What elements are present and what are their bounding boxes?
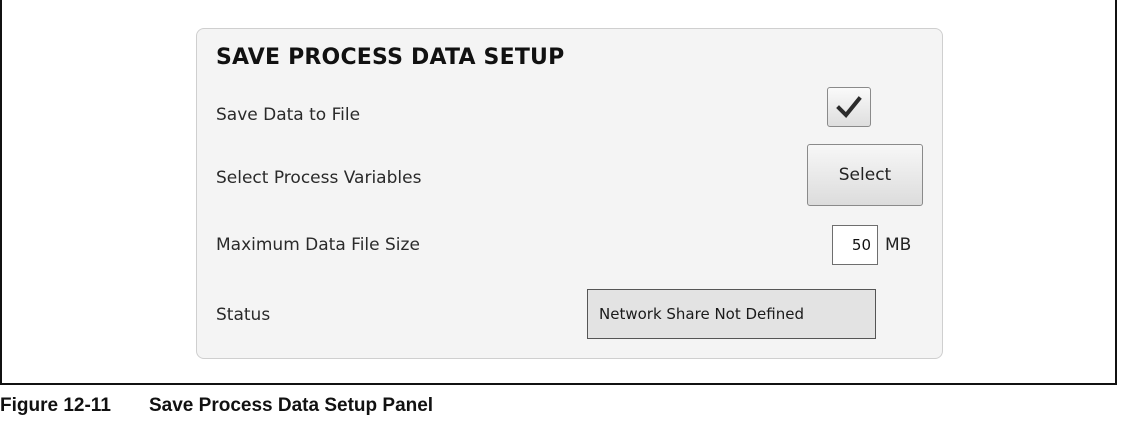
save-data-to-file-checkbox[interactable] (827, 87, 871, 127)
checkmark-icon (836, 96, 862, 118)
figure-frame: SAVE PROCESS DATA SETUP Save Data to Fil… (0, 0, 1117, 385)
figure-title: Save Process Data Setup Panel (149, 395, 434, 416)
panel-title: SAVE PROCESS DATA SETUP (216, 45, 565, 70)
select-process-variables-button[interactable]: Select (807, 144, 923, 206)
maximum-data-file-size-label: Maximum Data File Size (216, 235, 420, 255)
file-size-unit: MB (885, 235, 912, 255)
status-display: Network Share Not Defined (587, 289, 876, 339)
save-process-data-setup-panel: SAVE PROCESS DATA SETUP Save Data to Fil… (196, 28, 943, 359)
maximum-data-file-size-input[interactable] (832, 225, 878, 265)
figure-number: Figure 12-11 (0, 395, 111, 416)
status-label: Status (216, 305, 271, 325)
figure-caption: Figure 12-11 Save Process Data Setup Pane… (0, 395, 433, 417)
select-process-variables-label: Select Process Variables (216, 168, 422, 188)
save-data-to-file-label: Save Data to File (216, 105, 361, 125)
